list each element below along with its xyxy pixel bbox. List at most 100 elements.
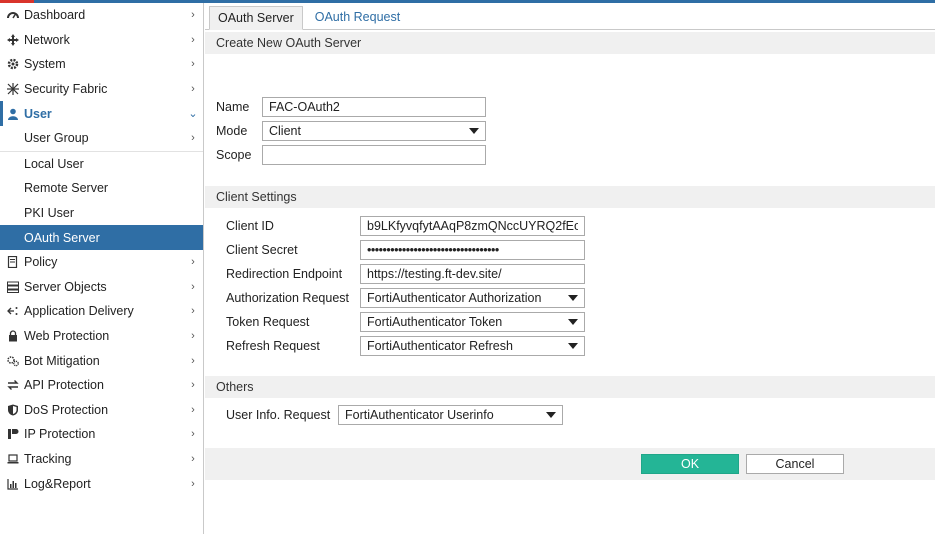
client-id-input[interactable] — [360, 216, 585, 236]
sidebar-item-api-protection[interactable]: API Protection › — [0, 373, 203, 398]
chevron-right-icon: › — [191, 280, 195, 293]
security-fabric-icon — [6, 82, 20, 96]
sidebar-item-label: Dashboard — [24, 8, 86, 23]
form-footer: OK Cancel — [205, 448, 935, 480]
dropdown-caret-icon — [469, 128, 479, 134]
sidebar-item-web-protection[interactable]: Web Protection › — [0, 324, 203, 349]
chevron-right-icon: › — [191, 256, 195, 269]
section-header-client-settings: Client Settings — [205, 186, 935, 208]
chevron-right-icon: › — [191, 58, 195, 71]
client-secret-value: •••••••••••••••••••••••••••••••••• — [367, 243, 499, 257]
chevron-right-icon: › — [191, 379, 195, 392]
chevron-right-icon: › — [191, 305, 195, 318]
sidebar-item-server-objects[interactable]: Server Objects › — [0, 275, 203, 300]
chevron-down-icon: ⌄ — [188, 108, 198, 121]
sidebar: Dashboard › Network › System › Security … — [0, 3, 204, 534]
application-delivery-icon — [6, 304, 20, 318]
chevron-right-icon: › — [191, 330, 195, 343]
sidebar-item-label: User — [24, 106, 52, 121]
chevron-right-icon: › — [191, 452, 195, 465]
sidebar-subitem-pki-user[interactable]: PKI User — [0, 201, 203, 226]
sidebar-item-label: Log&Report — [24, 476, 91, 491]
sidebar-item-system[interactable]: System › — [0, 52, 203, 77]
sidebar-item-tracking[interactable]: Tracking › — [0, 447, 203, 472]
authorization-request-select[interactable]: FortiAuthenticator Authorization — [360, 288, 585, 308]
sidebar-item-application-delivery[interactable]: Application Delivery › — [0, 299, 203, 324]
mode-select[interactable]: Client — [262, 121, 486, 141]
authorization-request-label: Authorization Request — [226, 291, 349, 305]
name-row: Name — [216, 97, 486, 117]
ok-button[interactable]: OK — [641, 454, 739, 474]
token-request-select[interactable]: FortiAuthenticator Token — [360, 312, 585, 332]
user-info-request-row: User Info. Request FortiAuthenticator Us… — [226, 405, 563, 425]
token-request-label: Token Request — [226, 315, 310, 329]
sidebar-item-user[interactable]: User ⌄ — [0, 101, 203, 126]
chevron-right-icon: › — [191, 428, 195, 441]
shield-icon — [6, 403, 20, 417]
sidebar-subitem-remote-server[interactable]: Remote Server — [0, 176, 203, 201]
section-header-create: Create New OAuth Server — [205, 32, 935, 54]
dropdown-caret-icon — [568, 343, 578, 349]
chevron-right-icon: › — [191, 33, 195, 46]
refresh-request-select[interactable]: FortiAuthenticator Refresh — [360, 336, 585, 356]
sidebar-subitem-oauth-server[interactable]: OAuth Server — [0, 225, 203, 250]
refresh-request-label: Refresh Request — [226, 339, 320, 353]
sidebar-item-label: Security Fabric — [24, 82, 108, 97]
name-input[interactable] — [262, 97, 486, 117]
chart-icon — [6, 477, 20, 491]
sidebar-item-log-report[interactable]: Log&Report › — [0, 471, 203, 496]
redirection-row: Redirection Endpoint — [226, 264, 585, 284]
client-secret-row: Client Secret ••••••••••••••••••••••••••… — [226, 240, 585, 260]
sidebar-item-label: Network — [24, 32, 70, 47]
sidebar-item-ip-protection[interactable]: IP Protection › — [0, 422, 203, 447]
sidebar-item-policy[interactable]: Policy › — [0, 250, 203, 275]
sidebar-item-label: DoS Protection — [24, 402, 109, 417]
authorization-request-row: Authorization Request FortiAuthenticator… — [226, 288, 585, 308]
mode-row: Mode Client — [216, 121, 486, 141]
server-objects-icon — [6, 280, 20, 294]
tab-oauth-request[interactable]: OAuth Request — [307, 5, 408, 29]
redirection-endpoint-label: Redirection Endpoint — [226, 267, 343, 281]
user-info-request-label: User Info. Request — [226, 408, 331, 422]
sidebar-item-label: Application Delivery — [24, 304, 134, 319]
chevron-right-icon: › — [191, 132, 195, 145]
ip-protection-icon — [6, 427, 20, 441]
authorization-request-value: FortiAuthenticator Authorization — [367, 291, 542, 305]
tab-bar: OAuth Server OAuth Request — [205, 3, 935, 30]
sidebar-item-bot-mitigation[interactable]: Bot Mitigation › — [0, 348, 203, 373]
sidebar-subitem-label: Remote Server — [24, 181, 109, 196]
sidebar-subitem-local-user[interactable]: Local User — [0, 152, 203, 177]
refresh-request-value: FortiAuthenticator Refresh — [367, 339, 513, 353]
sidebar-item-security-fabric[interactable]: Security Fabric › — [0, 77, 203, 102]
sidebar-subitem-user-group[interactable]: User Group › — [0, 126, 203, 151]
sidebar-item-label: Web Protection — [24, 329, 110, 344]
sidebar-subitem-label: User Group — [24, 131, 89, 146]
chevron-right-icon: › — [191, 403, 195, 416]
sidebar-item-label: Policy — [24, 255, 58, 270]
dashboard-icon — [6, 8, 20, 22]
gear-icon — [6, 57, 20, 71]
cancel-button[interactable]: Cancel — [746, 454, 844, 474]
chevron-right-icon: › — [191, 477, 195, 490]
main-panel: OAuth Server OAuth Request Create New OA… — [205, 3, 935, 534]
client-secret-label: Client Secret — [226, 243, 298, 257]
sidebar-item-network[interactable]: Network › — [0, 28, 203, 53]
user-info-request-select[interactable]: FortiAuthenticator Userinfo — [338, 405, 563, 425]
chevron-right-icon: › — [191, 83, 195, 96]
scope-input[interactable] — [262, 145, 486, 165]
mode-select-value: Client — [269, 124, 301, 138]
dropdown-caret-icon — [568, 295, 578, 301]
tab-oauth-server[interactable]: OAuth Server — [209, 6, 303, 30]
scope-row: Scope — [216, 145, 486, 165]
sidebar-item-dos-protection[interactable]: DoS Protection › — [0, 398, 203, 423]
oauth-server-form: Create New OAuth Server Name Mode Client… — [205, 30, 935, 534]
client-secret-input[interactable]: •••••••••••••••••••••••••••••••••• — [360, 240, 585, 260]
redirection-endpoint-input[interactable] — [360, 264, 585, 284]
bot-icon — [6, 354, 20, 368]
sidebar-item-label: Tracking — [24, 451, 72, 466]
dropdown-caret-icon — [546, 412, 556, 418]
sidebar-subitem-label: Local User — [24, 156, 84, 171]
lock-icon — [6, 329, 20, 343]
api-icon — [6, 378, 20, 392]
sidebar-item-dashboard[interactable]: Dashboard › — [0, 3, 203, 28]
